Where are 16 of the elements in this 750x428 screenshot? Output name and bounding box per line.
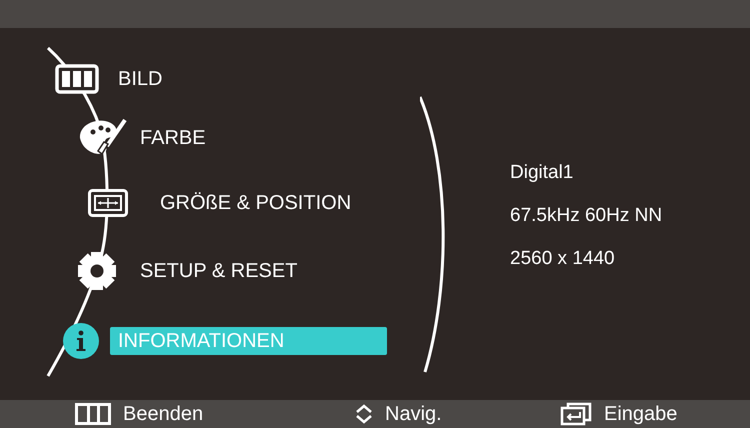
- resize-icon: [88, 189, 128, 217]
- input-source-icon: [560, 402, 592, 426]
- key-hint: Eingabe: [604, 402, 678, 426]
- menu-item[interactable]: BILD: [118, 65, 162, 93]
- three-bars-icon: [55, 64, 99, 94]
- menu-item[interactable]: GRÖßE & POSITION: [160, 189, 352, 217]
- info-text: 67.5kHz 60Hz NN: [510, 204, 664, 227]
- menu-item[interactable]: FARBE: [140, 124, 206, 152]
- menu-item[interactable]: SETUP & RESET: [140, 257, 298, 285]
- info-text: 2560 x 1440: [510, 247, 616, 270]
- key-hint: Beenden: [123, 402, 204, 426]
- key-hint: Navig.: [385, 402, 442, 426]
- three-bars-icon: [75, 403, 111, 425]
- up-down-icon: [355, 404, 373, 424]
- info-icon: [62, 322, 100, 360]
- info-text: Digital1: [510, 161, 574, 184]
